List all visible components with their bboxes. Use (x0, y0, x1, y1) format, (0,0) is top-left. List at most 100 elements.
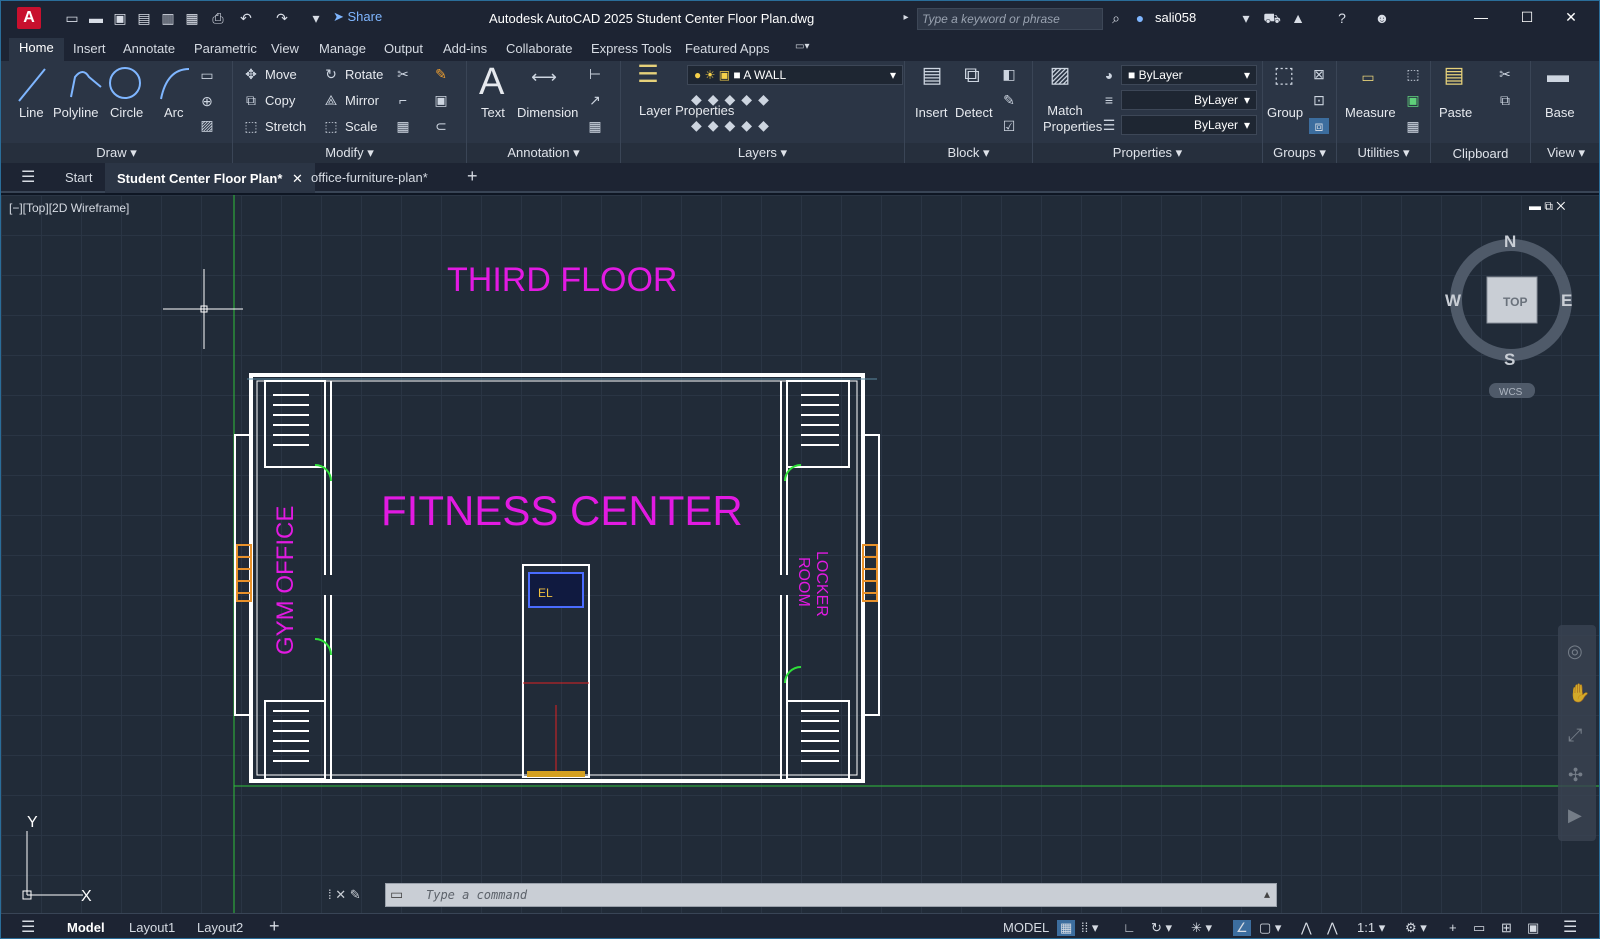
layer-tools-row-1[interactable]: ◆◆◆◆◆ (691, 91, 811, 107)
tab-layout2[interactable]: Layout2 (197, 920, 243, 935)
group-edit-icon[interactable]: ⊡ (1309, 92, 1329, 108)
feedback-icon[interactable]: ☻ (1373, 9, 1391, 27)
group-button[interactable]: Group (1267, 105, 1303, 120)
measure-button[interactable]: Measure (1345, 105, 1396, 120)
clean-screen-icon[interactable]: ▣ (1527, 920, 1539, 936)
pan-icon[interactable]: ✋ (1568, 683, 1590, 704)
layers-panel-title[interactable]: Layers ▾ (621, 145, 904, 161)
snap-icon[interactable]: ⁞⁞ ▾ (1081, 920, 1098, 936)
user-name[interactable]: sali058 (1155, 10, 1196, 25)
table-icon[interactable]: ▦ (585, 118, 605, 134)
tab-view[interactable]: View (271, 41, 299, 56)
object-snap-icon[interactable]: ▢ ▾ (1259, 920, 1281, 936)
zoom-icon[interactable]: ⤢ (1568, 725, 1582, 746)
help-icon[interactable]: ? (1333, 9, 1351, 27)
stretch-button[interactable]: Stretch (265, 119, 306, 134)
line-button[interactable]: Line (19, 105, 44, 120)
tab-add-ins[interactable]: Add-ins (443, 41, 487, 56)
copy-clip-icon[interactable]: ⧉ (1495, 92, 1515, 108)
new-file-icon[interactable]: ▭ (63, 9, 81, 27)
clipboard-panel-title[interactable]: Clipboard (1431, 146, 1530, 161)
linear-dim-icon[interactable]: ⊢ (585, 66, 605, 82)
rectangle-icon[interactable]: ▭ (197, 67, 217, 83)
base-button[interactable]: Base (1545, 105, 1575, 120)
linetype-icon[interactable]: ☰ (1099, 117, 1119, 133)
tab-model[interactable]: Model (67, 920, 105, 935)
linetype-dropdown[interactable]: ByLayer ▾ (1121, 90, 1257, 110)
paste-button[interactable]: Paste (1439, 105, 1472, 120)
offset-icon[interactable]: ⊂ (431, 118, 451, 134)
open-folder-icon[interactable]: ▬ (87, 9, 105, 27)
circle-button[interactable]: Circle (110, 105, 143, 120)
print-icon[interactable]: ⎙ (209, 9, 227, 27)
color-wheel-icon[interactable]: ◕ (1099, 67, 1119, 83)
compass-e[interactable]: E (1561, 291, 1572, 310)
tab-layout1[interactable]: Layout1 (129, 920, 175, 935)
customize-dropdown-icon[interactable]: ▾ (307, 9, 325, 27)
export-icon[interactable]: ▦ (183, 9, 201, 27)
share-button[interactable]: ➤ Share (333, 9, 382, 25)
erase-icon[interactable]: ✎ (431, 66, 451, 82)
select-all-icon[interactable]: ▣ (1403, 92, 1423, 108)
tab-collaborate[interactable]: Collaborate (506, 41, 573, 56)
autodesk-app-icon[interactable]: ▲ (1289, 9, 1307, 27)
gradient-icon[interactable]: ▨ (197, 117, 217, 133)
customization-icon[interactable]: ☰ (1563, 917, 1577, 937)
annotation-autoscale-icon[interactable]: ⋀ (1327, 920, 1338, 936)
text-button[interactable]: Text (481, 105, 505, 120)
close-icon[interactable]: ✕ (1561, 9, 1581, 26)
isodraft-icon[interactable]: ✳ ▾ (1191, 920, 1212, 936)
cut-icon[interactable]: ✂ (1495, 66, 1515, 82)
move-button[interactable]: Move (265, 67, 297, 82)
new-layout-icon[interactable]: + (269, 916, 280, 937)
quick-properties-icon[interactable]: ⊞ (1501, 920, 1512, 936)
minimize-icon[interactable]: — (1471, 9, 1491, 25)
user-icon[interactable]: ● (1131, 9, 1149, 27)
layer-dropdown[interactable]: ● ☀ ▣ ■ A WALL ▾ (687, 65, 903, 85)
redo-icon[interactable]: ↷ (273, 9, 291, 27)
command-history-icon[interactable]: ▭ (390, 886, 403, 903)
lineweight-dropdown[interactable]: ByLayer ▾ (1121, 115, 1257, 135)
command-expand-icon[interactable]: ▴ (1264, 887, 1270, 901)
autocad-logo[interactable]: A (17, 7, 41, 29)
block-panel-title[interactable]: Block ▾ (905, 145, 1032, 161)
quick-select-icon[interactable]: ⬚ (1403, 66, 1423, 82)
tab-start[interactable]: Start (65, 170, 92, 185)
tab-manage[interactable]: Manage (319, 41, 366, 56)
tab-output[interactable]: Output (384, 41, 423, 56)
command-line[interactable]: ⁞ ✕ ✎ ▭ Type a command ▴ (328, 883, 1277, 907)
lineweight-icon[interactable]: ≡ (1099, 92, 1119, 108)
array-icon[interactable]: ▦ (393, 118, 413, 134)
units-icon[interactable]: ▭ (1473, 920, 1485, 936)
ortho-icon[interactable]: ∟ (1123, 920, 1136, 935)
close-tab-icon[interactable]: ✕ (292, 171, 303, 186)
annotation-scale[interactable]: 1:1 ▾ (1357, 920, 1385, 936)
hatch-icon[interactable]: ⊕ (197, 93, 217, 109)
block-attributes-icon[interactable]: ☑ (999, 118, 1019, 134)
annotation-monitor-icon[interactable]: + (1449, 920, 1457, 935)
annotation-panel-title[interactable]: Annotation ▾ (467, 145, 620, 161)
orbit-icon[interactable]: ✣ (1568, 765, 1583, 786)
arc-button[interactable]: Arc (164, 105, 184, 120)
grid-icon[interactable]: ▦ (1057, 920, 1076, 936)
object-snap-tracking-icon[interactable]: ∠ (1233, 920, 1251, 936)
properties-panel-title[interactable]: Properties ▾ (1033, 145, 1262, 161)
tab-express-tools[interactable]: Express Tools (591, 41, 672, 56)
compass-s[interactable]: S (1504, 350, 1515, 369)
new-tab-icon[interactable]: + (467, 166, 478, 187)
command-input[interactable]: Type a command (426, 888, 527, 902)
copy-button[interactable]: Copy (265, 93, 295, 108)
dimension-button[interactable]: Dimension (517, 105, 578, 120)
viewcube-top[interactable]: TOP (1503, 295, 1527, 309)
polyline-button[interactable]: Polyline (53, 105, 99, 120)
draw-panel-title[interactable]: Draw ▾ (1, 145, 232, 161)
color-dropdown[interactable]: ■ ByLayer ▾ (1121, 65, 1257, 85)
tab-office-furniture[interactable]: office-furniture-plan* (311, 170, 428, 185)
ungroup-icon[interactable]: ⊠ (1309, 66, 1329, 82)
cart-icon[interactable]: ⛟ (1263, 9, 1281, 27)
calculator-icon[interactable]: ▦ (1403, 118, 1423, 134)
utilities-panel-title[interactable]: Utilities ▾ (1337, 145, 1430, 161)
wcs-label[interactable]: WCS (1499, 387, 1523, 398)
match-properties-button[interactable]: Match Properties (1043, 103, 1102, 135)
import-icon[interactable]: ▥ (159, 9, 177, 27)
